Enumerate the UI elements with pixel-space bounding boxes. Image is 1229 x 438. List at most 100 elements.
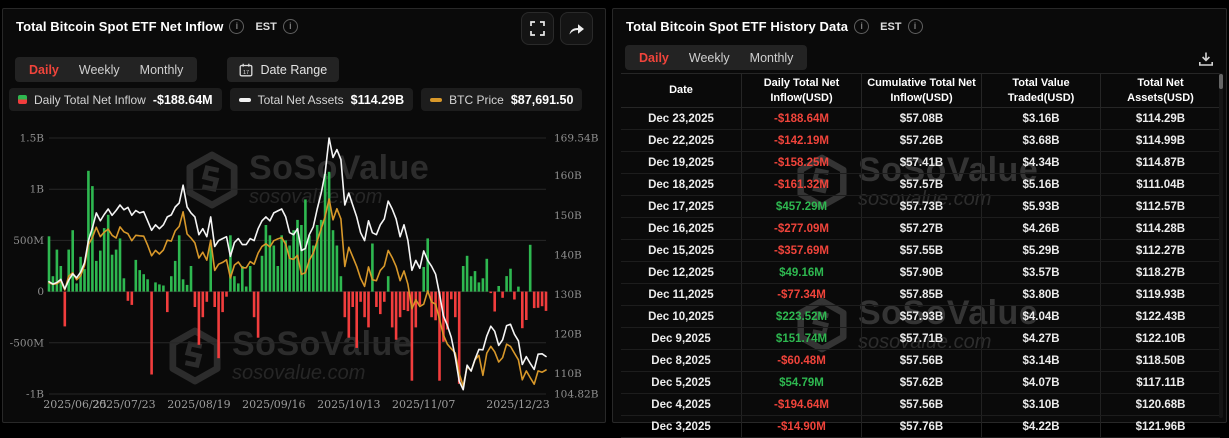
cell-assets: $118.50B bbox=[1100, 350, 1220, 371]
cell-inflow: $49.16M bbox=[741, 262, 861, 283]
download-icon bbox=[1198, 51, 1214, 67]
chart-legend: Daily Total Net Inflow-$188.64M Total Net… bbox=[9, 88, 582, 111]
svg-text:120B: 120B bbox=[554, 328, 582, 340]
svg-text:150B: 150B bbox=[554, 210, 582, 222]
cell-inflow: -$161.32M bbox=[741, 174, 861, 195]
gold-dash-swatch-icon bbox=[430, 98, 442, 102]
table-scrollbar[interactable] bbox=[1219, 73, 1223, 418]
chart-actions bbox=[521, 12, 593, 45]
svg-text:500M: 500M bbox=[13, 235, 44, 247]
cell-cumulative: $57.27B bbox=[861, 218, 981, 239]
cell-traded: $4.22B bbox=[981, 416, 1100, 437]
cell-date: Dec 8,2025 bbox=[621, 350, 741, 371]
svg-text:2025/07/23: 2025/07/23 bbox=[92, 398, 155, 411]
cell-traded: $4.04B bbox=[981, 306, 1100, 327]
cell-traded: $3.80B bbox=[981, 284, 1100, 305]
history-table: DateDaily Total Net Inflow(USD)Cumulativ… bbox=[621, 73, 1220, 438]
legend-daily-total-net-inflow[interactable]: Daily Total Net Inflow-$188.64M bbox=[9, 88, 222, 111]
svg-text:110B: 110B bbox=[554, 368, 582, 380]
cell-date: Dec 9,2025 bbox=[621, 328, 741, 349]
cell-inflow: $151.74M bbox=[741, 328, 861, 349]
svg-text:1.5B: 1.5B bbox=[20, 133, 45, 145]
cell-cumulative: $57.73B bbox=[861, 196, 981, 217]
cell-traded: $4.07B bbox=[981, 372, 1100, 393]
tab-weekly[interactable]: Weekly bbox=[69, 63, 130, 77]
chart-controls: DailyWeeklyMonthly 17 Date Range bbox=[15, 57, 339, 82]
tab-daily[interactable]: Daily bbox=[629, 51, 679, 65]
column-header-2: Cumulative Total Net Inflow(USD) bbox=[861, 74, 981, 107]
cell-date: Dec 17,2025 bbox=[621, 196, 741, 217]
cell-traded: $5.29B bbox=[981, 240, 1100, 261]
date-range-button[interactable]: 17 Date Range bbox=[227, 57, 339, 82]
cell-assets: $114.87B bbox=[1100, 152, 1220, 173]
cell-traded: $3.16B bbox=[981, 108, 1100, 129]
cell-inflow: -$60.48M bbox=[741, 350, 861, 371]
tab-daily[interactable]: Daily bbox=[19, 63, 69, 77]
legend-total-net-assets[interactable]: Total Net Assets$114.29B bbox=[230, 88, 414, 111]
split-swatch-icon bbox=[18, 95, 27, 104]
svg-text:104.82B: 104.82B bbox=[554, 389, 599, 401]
column-header-0: Date bbox=[621, 74, 741, 107]
calendar-icon: 17 bbox=[239, 63, 253, 77]
cell-traded: $3.57B bbox=[981, 262, 1100, 283]
cell-cumulative: $57.57B bbox=[861, 174, 981, 195]
column-header-4: Total Net Assets(USD) bbox=[1100, 74, 1220, 107]
scrollbar-thumb[interactable] bbox=[1219, 74, 1223, 89]
cell-cumulative: $57.71B bbox=[861, 328, 981, 349]
right-axis-labels: 169.54B160B150B140B130B120B110B104.82B bbox=[554, 133, 599, 401]
legend-value: $114.29B bbox=[351, 93, 405, 107]
svg-text:160B: 160B bbox=[554, 170, 582, 182]
cell-date: Dec 16,2025 bbox=[621, 218, 741, 239]
cell-assets: $118.27B bbox=[1100, 262, 1220, 283]
info-icon[interactable]: i bbox=[229, 19, 244, 34]
cell-date: Dec 22,2025 bbox=[621, 130, 741, 151]
cell-inflow: -$188.64M bbox=[741, 108, 861, 129]
legend-btc-price[interactable]: BTC Price$87,691.50 bbox=[421, 88, 582, 111]
cell-assets: $112.57B bbox=[1100, 196, 1220, 217]
cell-cumulative: $57.76B bbox=[861, 416, 981, 437]
table-row: Dec 8,2025-$60.48M$57.56B$3.14B$118.50B bbox=[621, 350, 1220, 372]
svg-text:130B: 130B bbox=[554, 289, 582, 301]
cell-cumulative: $57.56B bbox=[861, 394, 981, 415]
chart-title: Total Bitcoin Spot ETF Net Inflow bbox=[16, 19, 223, 34]
cell-inflow: $457.29M bbox=[741, 196, 861, 217]
share-icon bbox=[568, 21, 585, 36]
date-range-label: Date Range bbox=[260, 63, 327, 77]
cell-date: Dec 15,2025 bbox=[621, 240, 741, 261]
fullscreen-button[interactable] bbox=[521, 12, 554, 45]
net-inflow-chart-panel: Total Bitcoin Spot ETF Net Inflow i EST … bbox=[2, 8, 606, 423]
cell-traded: $5.16B bbox=[981, 174, 1100, 195]
cell-assets: $117.11B bbox=[1100, 372, 1220, 393]
timezone-info-icon[interactable]: i bbox=[908, 19, 923, 34]
tab-monthly[interactable]: Monthly bbox=[740, 51, 804, 65]
table-body: Dec 23,2025-$188.64M$57.08B$3.16B$114.29… bbox=[621, 108, 1220, 438]
share-button[interactable] bbox=[560, 12, 593, 45]
tab-weekly[interactable]: Weekly bbox=[679, 51, 740, 65]
cell-date: Dec 12,2025 bbox=[621, 262, 741, 283]
cell-assets: $121.96B bbox=[1100, 416, 1220, 437]
table-row: Dec 19,2025-$158.25M$57.41B$4.34B$114.87… bbox=[621, 152, 1220, 174]
inflow-bars bbox=[48, 171, 548, 384]
svg-text:17: 17 bbox=[243, 70, 249, 76]
cell-cumulative: $57.56B bbox=[861, 350, 981, 371]
svg-text:2025/11/07: 2025/11/07 bbox=[392, 398, 455, 411]
cell-inflow: $223.52M bbox=[741, 306, 861, 327]
svg-text:169.54B: 169.54B bbox=[554, 133, 599, 145]
download-button[interactable] bbox=[1196, 49, 1216, 72]
left-axis-labels: 1.5B1B500M0-500M-1B bbox=[10, 133, 45, 401]
cell-assets: $119.93B bbox=[1100, 284, 1220, 305]
svg-text:2025/08/19: 2025/08/19 bbox=[167, 398, 230, 411]
cell-traded: $3.68B bbox=[981, 130, 1100, 151]
info-icon[interactable]: i bbox=[854, 19, 869, 34]
cell-cumulative: $57.55B bbox=[861, 240, 981, 261]
table-title: Total Bitcoin Spot ETF History Data bbox=[626, 19, 848, 34]
table-row: Dec 22,2025-$142.19M$57.26B$3.68B$114.99… bbox=[621, 130, 1220, 152]
btc-etf-dashboard: { "colors":{"accent_red":"#f0443b","bar_… bbox=[0, 0, 1229, 423]
cell-assets: $114.99B bbox=[1100, 130, 1220, 151]
timezone-info-icon[interactable]: i bbox=[283, 19, 298, 34]
column-header-1: Daily Total Net Inflow(USD) bbox=[741, 74, 861, 107]
svg-text:2025/09/16: 2025/09/16 bbox=[242, 398, 305, 411]
timezone-label: EST bbox=[255, 21, 276, 33]
tab-monthly[interactable]: Monthly bbox=[130, 63, 194, 77]
white-dash-swatch-icon bbox=[239, 98, 251, 102]
